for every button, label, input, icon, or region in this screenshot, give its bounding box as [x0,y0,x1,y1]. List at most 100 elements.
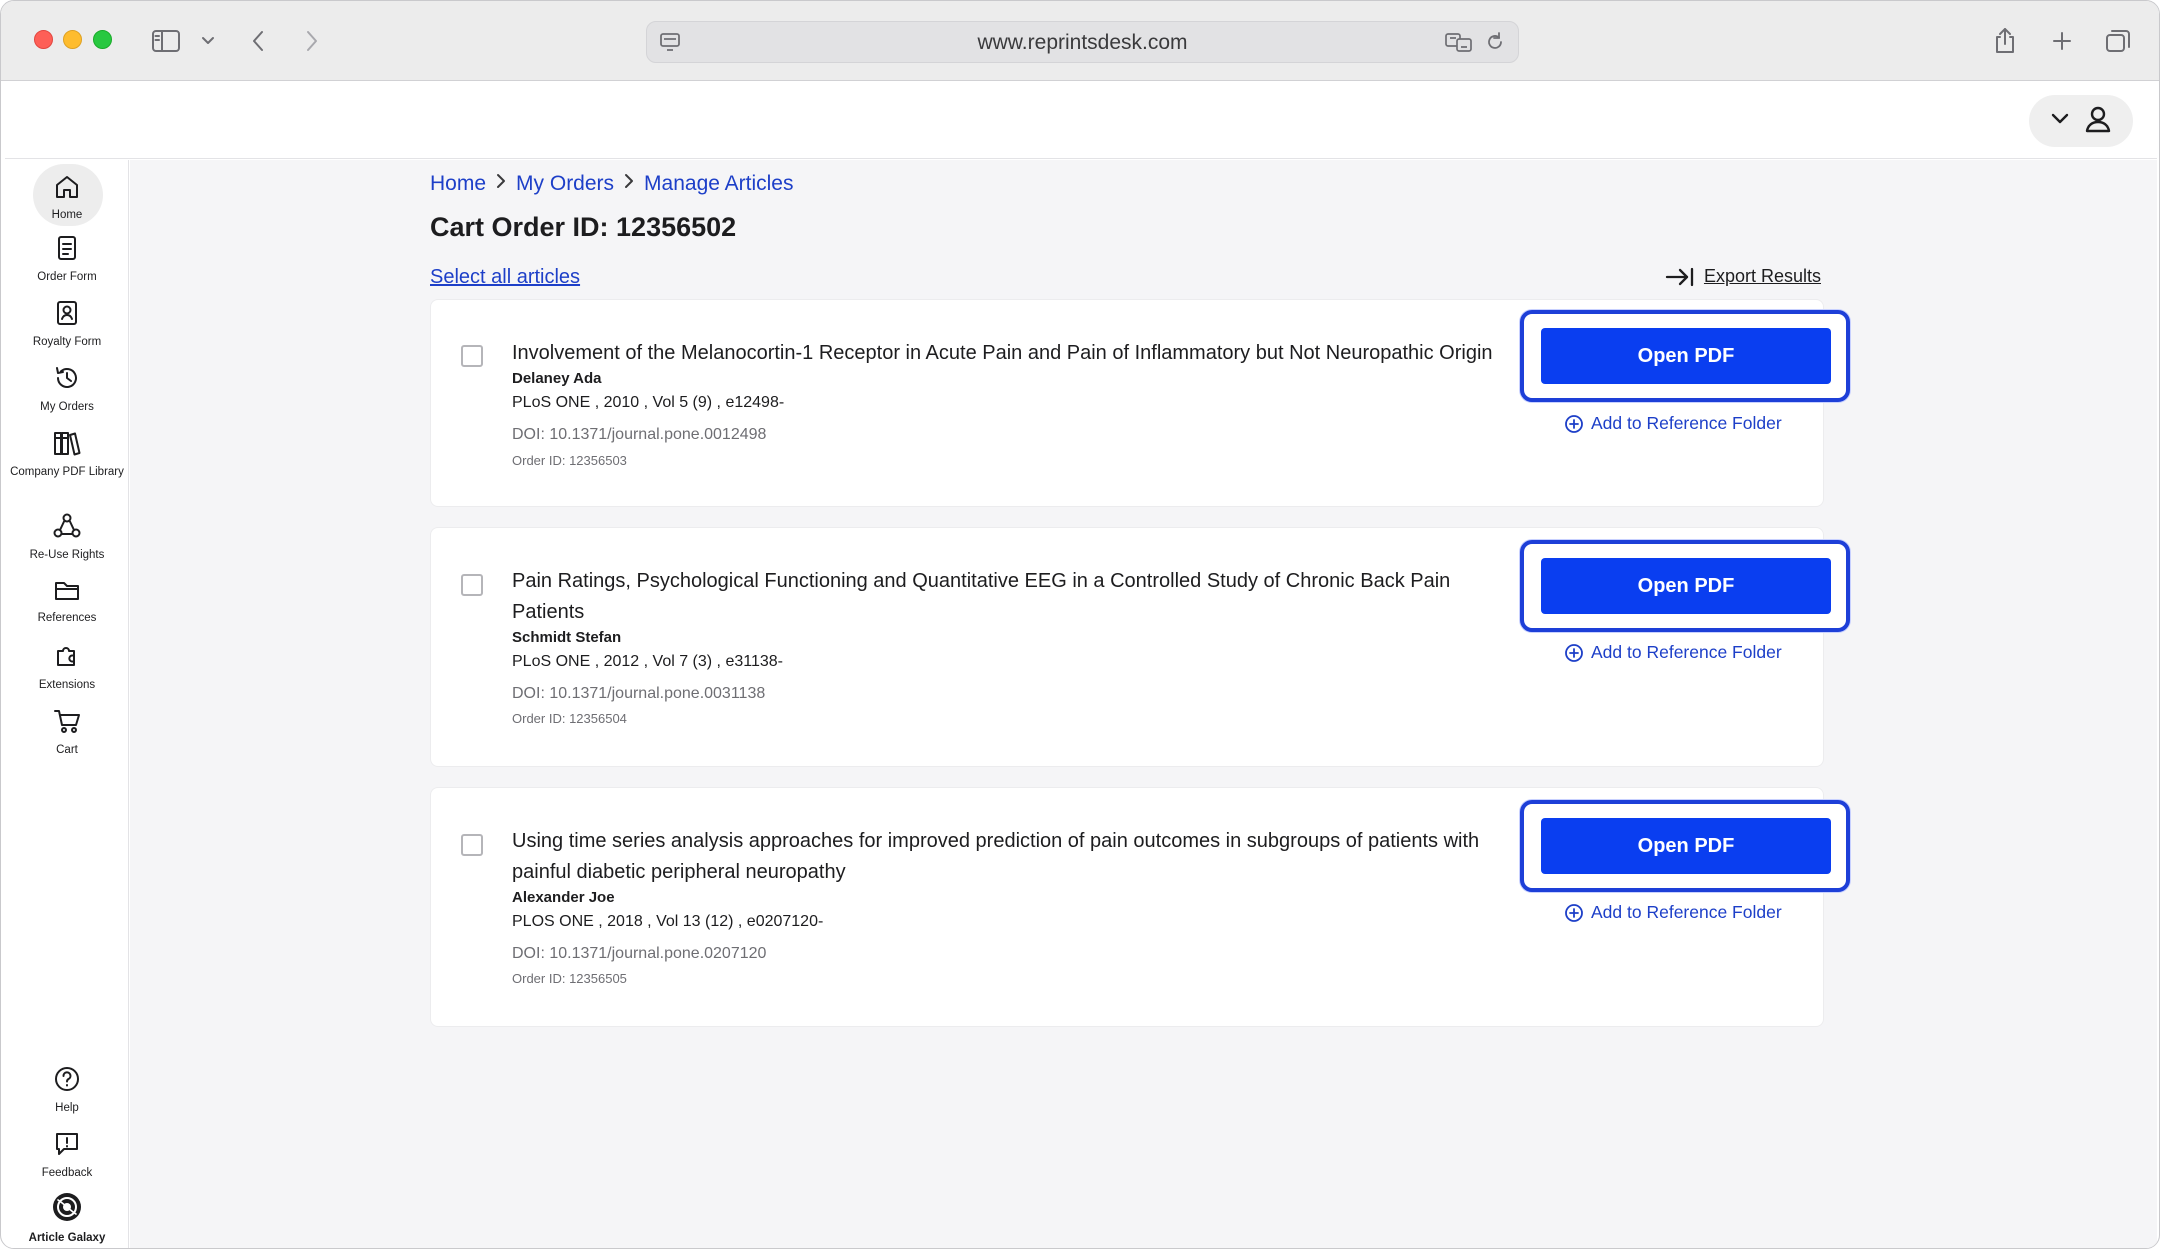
sidebar-item-label: Re-Use Rights [29,549,105,561]
article-galaxy-logo-icon [51,1191,83,1228]
sidebar-item-extensions[interactable]: Extensions [9,642,125,692]
add-to-reference-folder-label: Add to Reference Folder [1591,413,1782,433]
breadcrumb-home[interactable]: Home [430,172,486,196]
help-icon [53,1065,81,1098]
library-icon [52,429,82,462]
open-pdf-highlight: Open PDF [1520,310,1850,402]
app-header [5,81,2157,159]
open-pdf-button[interactable]: Open PDF [1541,818,1831,874]
sidebar-item-label: Order Form [37,271,97,283]
sidebar-item-royalty-form[interactable]: Royalty Form [9,299,125,349]
open-pdf-button[interactable]: Open PDF [1541,328,1831,384]
sidebar-item-article-galaxy[interactable]: Article Galaxy [9,1191,125,1245]
reload-icon[interactable] [1484,31,1506,58]
forward-arrow-icon[interactable] [299,23,325,59]
sidebar-item-re-use-rights[interactable]: Re-Use Rights [9,512,125,562]
breadcrumb: Home My Orders Manage Articles [430,172,793,196]
article-author: Alexander Joe [512,889,615,906]
article-doi[interactable]: DOI: 10.1371/journal.pone.0012498 [512,426,766,444]
export-results-label: Export Results [1703,266,1821,286]
article-journal: PLOS ONE , 2018 , Vol 13 (12) , e0207120… [512,913,824,930]
article-author: Schmidt Stefan [512,629,622,646]
article-order-id: Order ID: 12356504 [512,711,627,726]
article-checkbox[interactable] [461,345,483,367]
article-doi[interactable]: DOI: 10.1371/journal.pone.0207120 [512,945,766,963]
sidebar-item-label: Feedback [41,1167,93,1179]
zoom-window-button[interactable] [93,30,112,49]
add-to-reference-folder-label: Add to Reference Folder [1591,902,1782,922]
royalty-form-icon [55,299,79,332]
chevron-down-icon[interactable] [198,23,218,59]
article-card: Pain Ratings, Psychological Functioning … [430,527,1850,767]
page-title: Cart Order ID: 12356502 [430,212,737,242]
article-author: Delaney Ada [512,370,602,387]
export-icon [1665,267,1694,286]
plus-circle-icon [1565,903,1583,922]
article-checkbox[interactable] [461,574,483,596]
sidebar-item-label: Article Galaxy [28,1232,106,1244]
sidebar-item-references[interactable]: References [9,577,125,625]
sidebar-item-order-form[interactable]: Order Form [9,234,125,284]
article-title[interactable]: Involvement of the Melanocortin-1 Recept… [512,338,1512,369]
article-card: Using time series analysis approaches fo… [430,787,1850,1027]
sidebar-item-label: Home [51,209,83,221]
open-pdf-button[interactable]: Open PDF [1541,558,1831,614]
back-arrow-icon[interactable] [245,23,271,59]
extensions-icon [53,642,81,675]
open-pdf-highlight: Open PDF [1520,540,1850,632]
article-journal: PLoS ONE , 2010 , Vol 5 (9) , e12498- [512,394,785,411]
tab-overview-icon[interactable] [2102,23,2134,59]
article-title[interactable]: Using time series analysis approaches fo… [512,826,1512,888]
url-text: www.reprintsdesk.com [977,31,1188,54]
address-bar[interactable]: www.reprintsdesk.com [646,21,1519,63]
article-title[interactable]: Pain Ratings, Psychological Functioning … [512,566,1512,628]
article-order-id: Order ID: 12356505 [512,971,627,986]
article-card: Involvement of the Melanocortin-1 Recept… [430,299,1850,507]
cart-icon [52,707,82,740]
account-menu-button[interactable] [2029,95,2133,147]
article-checkbox[interactable] [461,834,483,856]
chevron-right-icon [623,172,635,196]
article-order-id: Order ID: 12356503 [512,453,627,468]
browser-window: www.reprintsdesk.com Home Order Form Roy… [0,0,2160,1249]
breadcrumb-manage-articles[interactable]: Manage Articles [644,172,793,196]
translate-icon[interactable] [1444,31,1474,58]
share-icon[interactable] [1990,23,2020,59]
sidebar-item-label: My Orders [40,401,94,413]
sidebar-item-label: Cart [56,744,78,756]
sidebar-item-cart[interactable]: Cart [9,707,125,757]
sidebar-item-feedback[interactable]: Feedback [9,1130,125,1180]
chevron-right-icon [495,172,507,196]
add-to-reference-folder-link[interactable]: Add to Reference Folder [1564,642,1782,663]
export-results-button[interactable]: Export Results [1665,266,1821,287]
add-to-reference-folder-label: Add to Reference Folder [1591,642,1782,662]
close-window-button[interactable] [34,30,53,49]
share-network-icon [52,512,82,545]
home-icon [53,174,81,205]
sidebar-nav: Home Order Form Royalty Form My Orders C [5,160,129,1248]
sidebar-item-label: Help [55,1102,79,1114]
article-journal: PLoS ONE , 2012 , Vol 7 (3) , e31138- [512,653,783,670]
sidebar-item-home[interactable]: Home [9,164,125,226]
new-tab-icon[interactable] [2047,23,2077,59]
add-to-reference-folder-link[interactable]: Add to Reference Folder [1564,902,1782,923]
chevron-down-icon [2051,112,2069,130]
history-icon [53,364,81,397]
sidebar-toggle-icon[interactable] [149,23,183,59]
sidebar-item-my-orders[interactable]: My Orders [9,364,125,414]
select-all-articles-link[interactable]: Select all articles [430,266,580,289]
sidebar-item-label: Royalty Form [32,336,102,348]
plus-circle-icon [1565,414,1583,433]
article-doi[interactable]: DOI: 10.1371/journal.pone.0031138 [512,685,765,703]
sidebar-item-company-pdf-library[interactable]: Company PDF Library [9,429,125,479]
document-icon [55,234,79,267]
plus-circle-icon [1565,643,1583,662]
main-content: Home My Orders Manage Articles Cart Orde… [130,160,2157,1248]
breadcrumb-my-orders[interactable]: My Orders [516,172,614,196]
sidebar-item-help[interactable]: Help [9,1065,125,1115]
open-pdf-highlight: Open PDF [1520,800,1850,892]
add-to-reference-folder-link[interactable]: Add to Reference Folder [1564,413,1782,434]
folder-icon [53,577,81,608]
minimize-window-button[interactable] [63,30,82,49]
user-icon [2085,105,2111,138]
